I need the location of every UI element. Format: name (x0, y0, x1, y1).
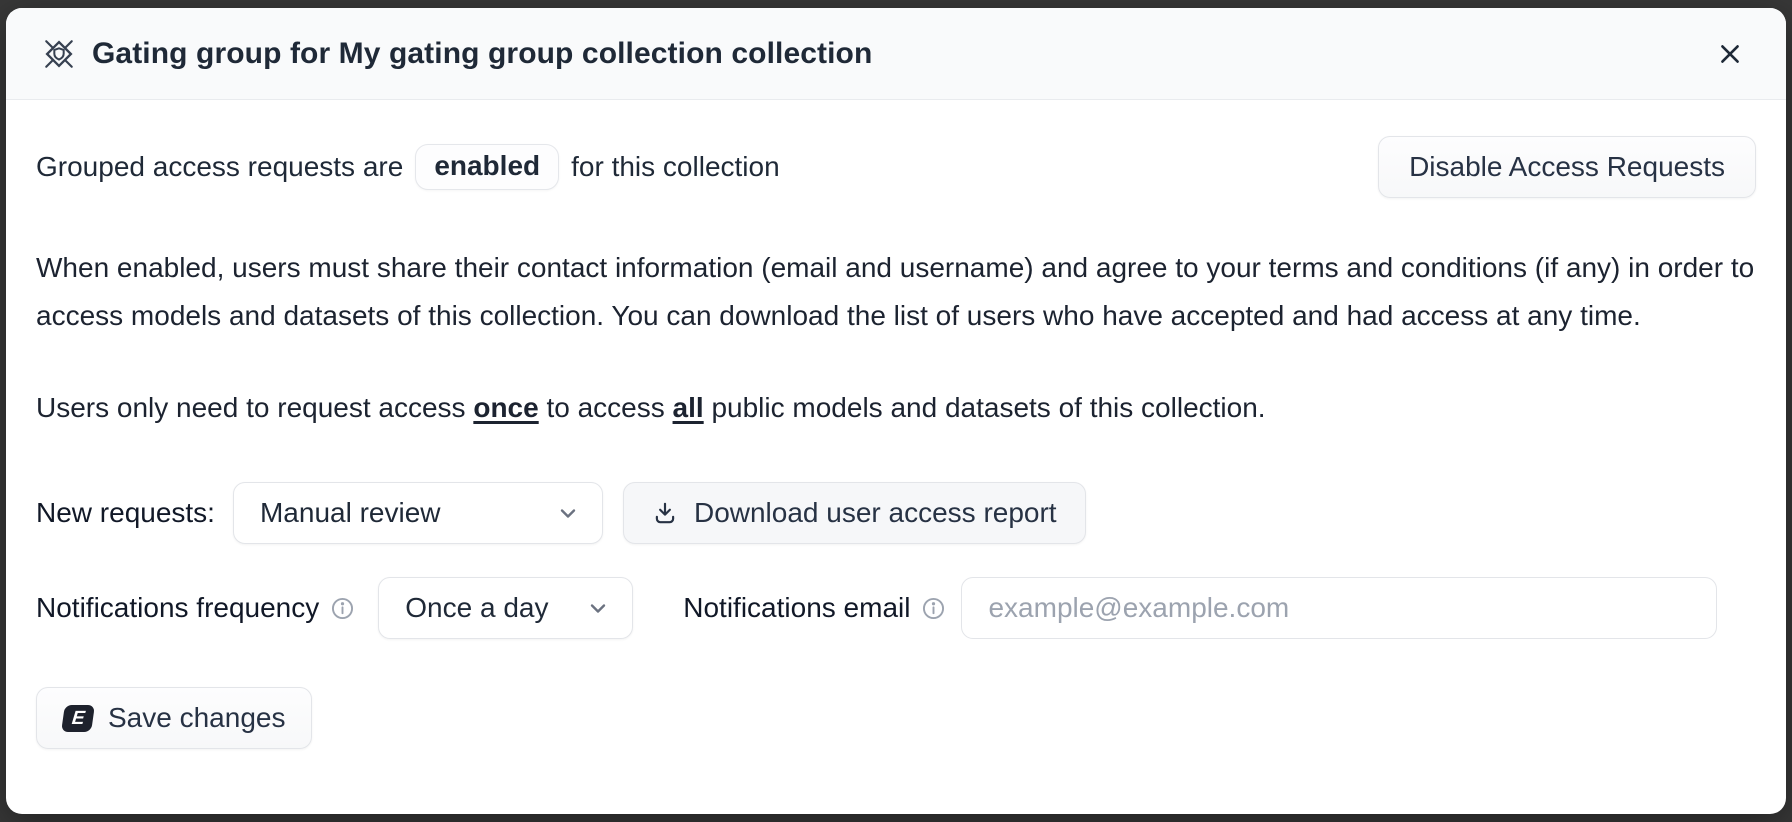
status-row: Grouped access requests are enabled for … (36, 136, 1756, 198)
notifications-row: Notifications frequency Once a day Notif… (36, 577, 1756, 639)
notifications-email-input[interactable] (961, 577, 1717, 639)
modal-header: Gating group for My gating group collect… (6, 8, 1786, 100)
p2-once: once (473, 392, 538, 423)
download-button-label: Download user access report (694, 497, 1057, 529)
status-suffix: for this collection (571, 151, 780, 183)
footer-row: E Save changes (36, 687, 1756, 749)
gate-icon (42, 37, 76, 71)
enterprise-icon: E (61, 705, 95, 732)
close-icon (1717, 41, 1743, 67)
info-icon[interactable] (329, 595, 356, 622)
close-button[interactable] (1710, 34, 1750, 74)
modal-title: Gating group for My gating group collect… (92, 37, 872, 71)
info-icon[interactable] (920, 595, 947, 622)
new-requests-label: New requests: (36, 497, 215, 529)
disable-access-requests-button[interactable]: Disable Access Requests (1378, 136, 1756, 198)
new-requests-select[interactable]: Manual review (233, 482, 603, 544)
status-text: Grouped access requests are enabled for … (36, 144, 780, 190)
status-prefix: Grouped access requests are (36, 151, 403, 183)
status-badge: enabled (415, 144, 559, 190)
p2-all: all (673, 392, 704, 423)
chevron-down-icon (556, 501, 580, 525)
save-changes-button[interactable]: E Save changes (36, 687, 312, 749)
notifications-frequency-value: Once a day (405, 592, 548, 624)
chevron-down-icon (586, 596, 610, 620)
download-user-access-report-button[interactable]: Download user access report (623, 482, 1086, 544)
p2-text: Users only need to request access (36, 392, 473, 423)
gating-group-modal: Gating group for My gating group collect… (6, 8, 1786, 814)
notifications-frequency-label: Notifications frequency (36, 592, 319, 624)
new-requests-row: New requests: Manual review Download use… (36, 482, 1756, 544)
description-paragraph-2: Users only need to request access once t… (36, 384, 1756, 432)
notifications-frequency-select[interactable]: Once a day (378, 577, 633, 639)
notifications-email-label: Notifications email (683, 592, 910, 624)
p2-text: to access (539, 392, 673, 423)
description-paragraph: When enabled, users must share their con… (36, 244, 1756, 340)
download-icon (652, 500, 678, 526)
p2-text: public models and datasets of this colle… (704, 392, 1266, 423)
save-button-label: Save changes (108, 702, 285, 734)
modal-body: Grouped access requests are enabled for … (6, 100, 1786, 749)
new-requests-select-value: Manual review (260, 497, 441, 529)
